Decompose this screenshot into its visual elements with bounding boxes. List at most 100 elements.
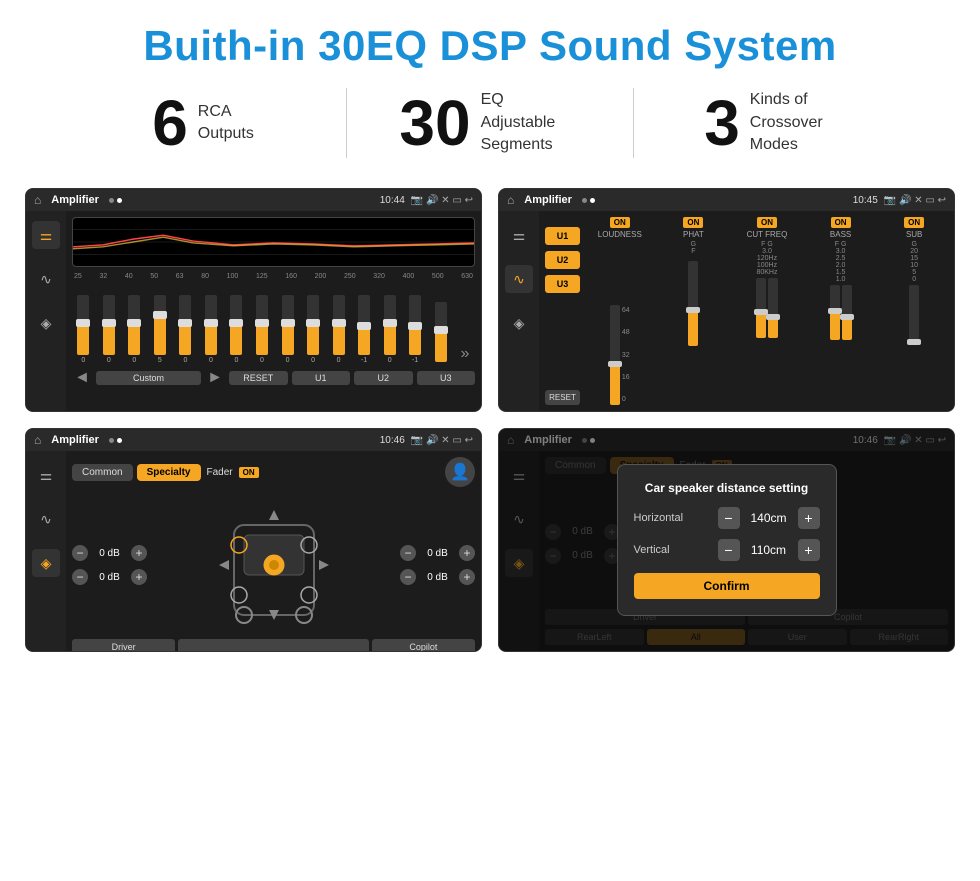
cutfreq-label: CUT FREQ	[747, 230, 788, 239]
bass-on[interactable]: ON	[831, 217, 851, 228]
mode-tabs: Common Specialty	[72, 464, 201, 481]
preset-buttons: U1 U2 U3 RESET	[545, 217, 580, 405]
sidebar-eq-icon-c[interactable]: ⚌	[505, 221, 533, 249]
crossover-sidebar: ⚌ ∿ ◈	[499, 211, 539, 411]
distance-screen-content: ⚌ ∿ ◈ Common Specialty Fader ON	[499, 451, 954, 651]
copilot-btn[interactable]: Copilot	[372, 639, 475, 652]
specialty-tab[interactable]: Specialty	[137, 464, 201, 481]
eq-u1-btn[interactable]: U1	[292, 371, 351, 385]
fader-top-row: Common Specialty Fader ON 👤	[72, 457, 475, 487]
u3-preset-btn[interactable]: U3	[545, 275, 580, 293]
eq-screen-content: ⚌ ∿ ◈	[26, 211, 481, 411]
phat-slider[interactable]	[688, 261, 698, 346]
stat-eq-label: EQ AdjustableSegments	[481, 89, 581, 156]
u1-preset-btn[interactable]: U1	[545, 227, 580, 245]
fader-settings-btn[interactable]: 👤	[445, 457, 475, 487]
eq-slider-3: 0	[123, 295, 146, 364]
bass-slider-l[interactable]	[830, 285, 840, 340]
bass-slider-r[interactable]	[842, 285, 852, 340]
fader-bottom-btns: Driver Copilot	[72, 639, 475, 652]
u2-preset-btn[interactable]: U2	[545, 251, 580, 269]
confirm-button[interactable]: Confirm	[634, 573, 820, 599]
eq-slider-10: 0	[302, 295, 325, 364]
cutfreq-on[interactable]: ON	[757, 217, 777, 228]
sidebar-eq-icon-f[interactable]: ⚌	[32, 461, 60, 489]
common-tab[interactable]: Common	[72, 464, 133, 481]
eq-slider-1: 0	[72, 295, 95, 364]
dot2	[117, 198, 122, 203]
eq-slider-11: 0	[327, 295, 350, 364]
sub-slider[interactable]	[909, 285, 919, 345]
stat-eq-number: 30	[399, 91, 470, 155]
status-icons-eq: 📷 🔊 ✕ ▭ ↩	[411, 195, 473, 206]
vol-minus-fr[interactable]: −	[400, 545, 416, 561]
vol-minus-rl[interactable]: −	[72, 569, 88, 585]
eq-custom-btn[interactable]: Custom	[96, 371, 201, 385]
vol-plus-rl[interactable]: +	[131, 569, 147, 585]
horizontal-minus-btn[interactable]: −	[718, 507, 740, 529]
stats-row: 6 RCAOutputs 30 EQ AdjustableSegments 3 …	[0, 88, 980, 178]
status-icons-fader: 📷 🔊 ✕ ▭ ↩	[411, 435, 473, 446]
left-volumes: − 0 dB + − 0 dB +	[72, 495, 147, 635]
crossover-main: U1 U2 U3 RESET ON LOUDNESS	[539, 211, 954, 411]
vol-row-rr: − 0 dB +	[400, 569, 475, 585]
loudness-on[interactable]: ON	[610, 217, 630, 228]
sidebar-speaker-icon-c[interactable]: ◈	[505, 309, 533, 337]
phat-label: PHAT	[683, 230, 704, 239]
stat-crossover: 3 Kinds ofCrossover Modes	[634, 89, 920, 156]
screen-fader: ⌂ Amplifier 10:46 📷 🔊 ✕ ▭ ↩ ⚌ ∿ ◈	[25, 428, 482, 652]
eq-slider-13: 0	[378, 295, 401, 364]
eq-expand-chevron[interactable]: »	[455, 344, 475, 364]
cutfreq-slider-r[interactable]	[768, 278, 778, 338]
horizontal-plus-btn[interactable]: +	[798, 507, 820, 529]
vol-row-fl: − 0 dB +	[72, 545, 147, 561]
eq-u3-btn[interactable]: U3	[417, 371, 476, 385]
page-title: Buith-in 30EQ DSP Sound System	[0, 0, 980, 88]
crossover-reset-btn[interactable]: RESET	[545, 390, 580, 405]
screen-crossover: ⌂ Amplifier 10:45 📷 🔊 ✕ ▭ ↩ ⚌ ∿ ◈	[498, 188, 955, 412]
page-wrapper: Buith-in 30EQ DSP Sound System 6 RCAOutp…	[0, 0, 980, 652]
fader-label-row: Fader ON	[207, 467, 259, 478]
cutfreq-slider-l[interactable]	[756, 278, 766, 338]
channel-sliders: ON LOUDNESS 64 48 32	[586, 217, 948, 405]
app-name-crossover: Amplifier	[524, 194, 572, 206]
dot1	[109, 198, 114, 203]
sidebar-wave-icon[interactable]: ∿	[32, 265, 60, 293]
home-icon-fader: ⌂	[34, 433, 41, 447]
sidebar-eq-icon[interactable]: ⚌	[32, 221, 60, 249]
horizontal-value: 140cm	[744, 511, 794, 525]
eq-reset-btn[interactable]: RESET	[229, 371, 288, 385]
eq-prev-btn[interactable]: ◄	[72, 368, 92, 388]
phat-on[interactable]: ON	[683, 217, 703, 228]
vol-minus-fl[interactable]: −	[72, 545, 88, 561]
dialog-title: Car speaker distance setting	[634, 481, 820, 495]
eq-u2-btn[interactable]: U2	[354, 371, 413, 385]
dot1-c	[582, 198, 587, 203]
screens-grid: ⌂ Amplifier 10:44 📷 🔊 ✕ ▭ ↩ ⚌ ∿ ◈	[0, 178, 980, 652]
vol-plus-fl[interactable]: +	[131, 545, 147, 561]
dots-eq	[109, 198, 122, 203]
screen-distance: ⌂ Amplifier 10:46 📷 🔊 ✕ ▭ ↩ ⚌ ∿ ◈	[498, 428, 955, 652]
sub-on[interactable]: ON	[904, 217, 924, 228]
dot2-f	[117, 438, 122, 443]
eq-play-btn[interactable]: ►	[205, 368, 225, 388]
eq-main: 2532 4050 6380 100125 160200 250320 4005…	[66, 211, 481, 411]
crossover-screen-content: ⚌ ∿ ◈ U1 U2 U3 RESET	[499, 211, 954, 411]
eq-slider-7: 0	[225, 295, 248, 364]
loudness-slider-l[interactable]	[610, 305, 620, 405]
vol-minus-rr[interactable]: −	[400, 569, 416, 585]
vertical-plus-btn[interactable]: +	[798, 539, 820, 561]
channel-loudness: ON LOUDNESS 64 48 32	[586, 217, 654, 405]
sidebar-speaker-icon[interactable]: ◈	[32, 309, 60, 337]
sidebar-wave-icon-c[interactable]: ∿	[505, 265, 533, 293]
eq-sidebar: ⚌ ∿ ◈	[26, 211, 66, 411]
sidebar-wave-icon-f[interactable]: ∿	[32, 505, 60, 533]
vol-plus-rr[interactable]: +	[459, 569, 475, 585]
sidebar-speaker-icon-f[interactable]: ◈	[32, 549, 60, 577]
vertical-minus-btn[interactable]: −	[718, 539, 740, 561]
vertical-value: 110cm	[744, 543, 794, 557]
vol-plus-fr[interactable]: +	[459, 545, 475, 561]
driver-btn[interactable]: Driver	[72, 639, 175, 652]
fader-on-badge[interactable]: ON	[239, 467, 259, 478]
eq-slider-4: 5	[149, 295, 172, 364]
